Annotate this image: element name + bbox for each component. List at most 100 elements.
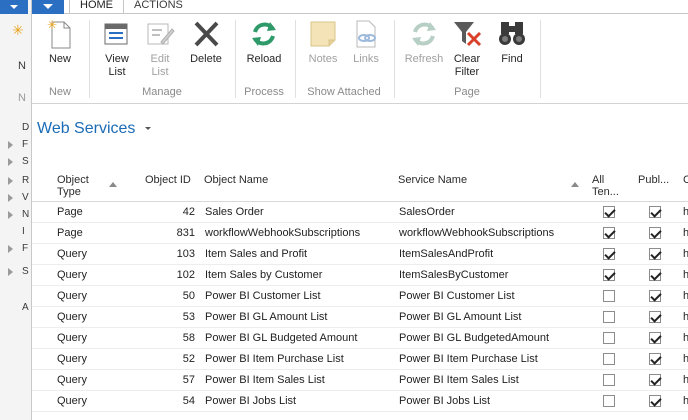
table-row[interactable]: Page 42 Sales Order SalesOrder h xyxy=(32,202,688,223)
background-nav-item[interactable]: I xyxy=(22,226,25,237)
table-row[interactable]: Query 52 Power BI Item Purchase List Power … xyxy=(32,349,688,370)
cell-service-name: ItemSalesByCustomer xyxy=(399,269,509,281)
published-checkbox[interactable] xyxy=(649,332,661,344)
table-row[interactable]: Query 102 Item Sales by Customer ItemSalesB… xyxy=(32,265,688,286)
cell-object-name: Sales Order xyxy=(205,206,264,218)
background-nav-item[interactable]: R xyxy=(22,175,29,186)
edit-list-button[interactable]: Edit List xyxy=(144,18,176,79)
published-checkbox[interactable] xyxy=(649,374,661,386)
expand-icon[interactable] xyxy=(8,268,13,276)
all-tenants-checkbox[interactable] xyxy=(603,227,615,239)
app-menu-button[interactable] xyxy=(32,0,64,14)
all-tenants-checkbox[interactable] xyxy=(603,248,615,260)
notes-button[interactable]: Notes xyxy=(306,18,340,66)
svg-text:✳: ✳ xyxy=(47,18,57,32)
all-tenants-checkbox[interactable] xyxy=(603,353,615,365)
expand-icon[interactable] xyxy=(8,194,13,202)
background-nav-item[interactable]: A xyxy=(22,302,29,313)
all-tenants-checkbox[interactable] xyxy=(603,206,615,218)
view-list-button[interactable]: View List xyxy=(100,18,134,79)
published-checkbox[interactable] xyxy=(649,248,661,260)
reload-label: Reload xyxy=(246,53,282,65)
clear-filter-button[interactable]: Clear Filter xyxy=(450,18,484,79)
published-checkbox[interactable] xyxy=(649,353,661,365)
column-all-tenants[interactable]: All Ten... xyxy=(592,174,619,198)
ribbon: ✳ New New View List Edit List Delete Man… xyxy=(32,14,688,104)
expand-icon[interactable] xyxy=(8,141,13,149)
cell-object-name: workflowWebhookSubscriptions xyxy=(205,227,361,239)
clear-filter-label: Clear Filter xyxy=(453,53,481,78)
published-checkbox[interactable] xyxy=(649,290,661,302)
column-service-name[interactable]: Service Name xyxy=(398,174,467,186)
page-title[interactable]: Web Services xyxy=(37,120,135,138)
new-button[interactable]: ✳ New xyxy=(44,18,76,66)
all-tenants-checkbox[interactable] xyxy=(603,395,615,407)
cell-truncated: h xyxy=(683,290,688,302)
all-tenants-checkbox[interactable] xyxy=(603,269,615,281)
cell-object-name: Power BI Item Sales List xyxy=(205,374,325,386)
expand-icon[interactable] xyxy=(8,245,13,253)
published-checkbox[interactable] xyxy=(649,227,661,239)
background-nav-item[interactable]: D xyxy=(22,122,29,133)
background-nav-item[interactable]: N xyxy=(22,209,29,220)
all-tenants-checkbox[interactable] xyxy=(603,374,615,386)
all-tenants-checkbox[interactable] xyxy=(603,290,615,302)
main-window: HOME ACTIONS ✳ New New View List Edit Li… xyxy=(32,0,688,420)
background-nav-item[interactable]: V xyxy=(22,192,29,203)
reload-button[interactable]: Reload xyxy=(244,18,284,66)
table-row[interactable]: Query 103 Item Sales and Profit ItemSalesAn… xyxy=(32,244,688,265)
binoculars-icon xyxy=(496,18,528,50)
cell-object-name: Power BI Jobs List xyxy=(205,395,297,407)
chevron-down-icon[interactable] xyxy=(145,127,151,130)
published-checkbox[interactable] xyxy=(649,311,661,323)
cell-truncated: h xyxy=(683,206,688,218)
column-object-id[interactable]: Object ID xyxy=(145,174,191,186)
table-row[interactable]: Query 53 Power BI GL Amount List Power BI G… xyxy=(32,307,688,328)
star-icon: ✳ xyxy=(12,22,24,38)
background-nav-item[interactable]: F xyxy=(22,243,28,254)
find-button[interactable]: Find xyxy=(496,18,528,66)
tab-actions[interactable]: ACTIONS xyxy=(124,0,193,14)
cell-object-id: 42 xyxy=(182,206,195,218)
column-object-type[interactable]: Object Type xyxy=(57,174,89,198)
published-checkbox[interactable] xyxy=(649,206,661,218)
table-row[interactable]: Query 54 Power BI Jobs List Power BI Jobs L… xyxy=(32,391,688,412)
tab-home[interactable]: HOME xyxy=(69,0,124,13)
notes-label: Notes xyxy=(308,53,338,65)
column-published[interactable]: Publ... xyxy=(638,174,669,186)
table-row[interactable]: Query 50 Power BI Customer List Power BI Cu… xyxy=(32,286,688,307)
background-nav-item[interactable]: S xyxy=(22,156,29,167)
cell-object-id: 102 xyxy=(176,269,195,281)
published-checkbox[interactable] xyxy=(649,395,661,407)
links-icon xyxy=(350,18,382,50)
sort-ascending-icon[interactable] xyxy=(571,182,579,187)
all-tenants-checkbox[interactable] xyxy=(603,311,615,323)
all-tenants-checkbox[interactable] xyxy=(603,332,615,344)
cell-object-type: Query xyxy=(57,374,87,386)
table-row[interactable]: Page 831 workflowWebhookSubscriptions workf… xyxy=(32,223,688,244)
table-row[interactable]: Query 57 Power BI Item Sales List Power BI … xyxy=(32,370,688,391)
background-group-label: N xyxy=(18,92,26,104)
table-row[interactable]: Query 58 Power BI GL Budgeted Amount Power … xyxy=(32,328,688,349)
delete-button[interactable]: Delete xyxy=(188,18,224,66)
cell-object-name: Power BI GL Budgeted Amount xyxy=(205,332,358,344)
cell-object-id: 54 xyxy=(182,395,195,407)
ribbon-separator xyxy=(235,20,236,98)
expand-icon[interactable] xyxy=(8,177,13,185)
background-nav-item[interactable]: F xyxy=(22,139,28,150)
sort-ascending-icon[interactable] xyxy=(109,182,117,187)
background-app-menu[interactable] xyxy=(0,0,28,14)
cell-object-type: Page xyxy=(57,227,83,239)
expand-icon[interactable] xyxy=(8,211,13,219)
background-nav-item[interactable]: S xyxy=(22,266,29,277)
refresh-button[interactable]: Refresh xyxy=(403,18,445,66)
cell-object-id: 57 xyxy=(182,374,195,386)
cell-service-name: Power BI Customer List xyxy=(399,290,515,302)
background-new-label[interactable]: N xyxy=(18,60,26,72)
group-page-label: Page xyxy=(454,86,480,98)
expand-icon[interactable] xyxy=(8,158,13,166)
cell-service-name: Power BI GL Amount List xyxy=(399,311,522,323)
links-button[interactable]: Links xyxy=(350,18,382,66)
published-checkbox[interactable] xyxy=(649,269,661,281)
column-object-name[interactable]: Object Name xyxy=(204,174,268,186)
